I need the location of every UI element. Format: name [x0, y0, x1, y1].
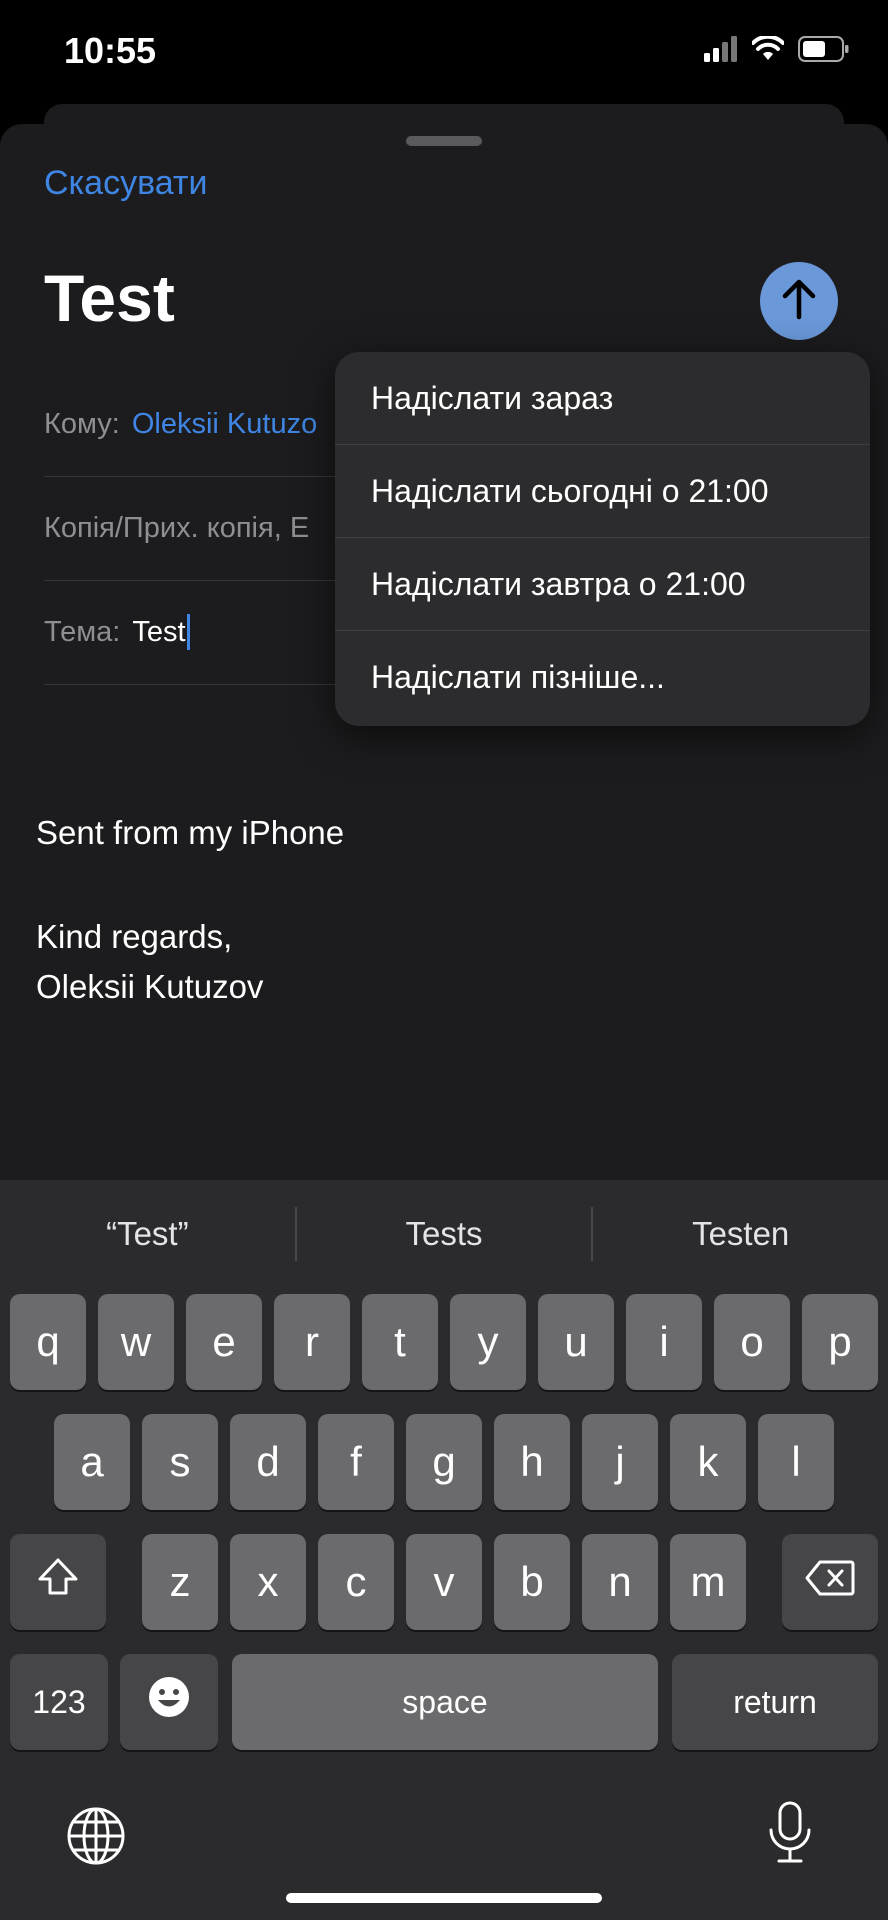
suggestion-2[interactable]: Tests [297, 1215, 592, 1253]
emoji-key[interactable] [120, 1654, 218, 1750]
suggestion-3[interactable]: Testen [593, 1215, 888, 1253]
send-button[interactable] [760, 262, 838, 340]
wifi-icon [751, 34, 785, 67]
key-o[interactable]: o [714, 1294, 790, 1390]
battery-icon [798, 36, 850, 67]
emoji-icon [147, 1675, 191, 1729]
key-r[interactable]: r [274, 1294, 350, 1390]
suggestion-1[interactable]: “Test” [0, 1215, 295, 1253]
key-n[interactable]: n [582, 1534, 658, 1630]
suggestion-bar: “Test” Tests Testen [0, 1180, 888, 1288]
globe-icon[interactable] [66, 1806, 126, 1871]
arrow-up-icon [779, 277, 819, 326]
status-icons [704, 34, 850, 67]
key-p[interactable]: p [802, 1294, 878, 1390]
key-d[interactable]: d [230, 1414, 306, 1510]
subject-label: Тема: [44, 615, 121, 648]
key-a[interactable]: a [54, 1414, 130, 1510]
shift-key[interactable] [10, 1534, 106, 1630]
key-v[interactable]: v [406, 1534, 482, 1630]
key-g[interactable]: g [406, 1414, 482, 1510]
numbers-key[interactable]: 123 [10, 1654, 108, 1750]
key-w[interactable]: w [98, 1294, 174, 1390]
sheet-grabber[interactable] [406, 136, 482, 146]
key-z[interactable]: z [142, 1534, 218, 1630]
screen: 10:55 Скасувати Test Кому: Oleksii Kutuz… [0, 0, 888, 1920]
shift-icon [37, 1557, 79, 1607]
key-q[interactable]: q [10, 1294, 86, 1390]
delete-key[interactable] [782, 1534, 878, 1630]
compose-title: Test [44, 261, 175, 335]
menu-item-send-tomorrow[interactable]: Надіслати завтра о 21:00 [335, 538, 870, 631]
subject-input[interactable]: Test [132, 616, 185, 649]
key-t[interactable]: t [362, 1294, 438, 1390]
text-caret [186, 614, 190, 650]
menu-item-send-later[interactable]: Надіслати пізніше... [335, 631, 870, 724]
cc-label: Копія/Прих. копія, Е [44, 511, 310, 544]
microphone-icon[interactable] [766, 1800, 814, 1871]
menu-item-send-now[interactable]: Надіслати зараз [335, 352, 870, 445]
key-j[interactable]: j [582, 1414, 658, 1510]
home-indicator[interactable] [286, 1893, 602, 1903]
signature-line-2[interactable]: Kind regards, [36, 918, 232, 956]
key-x[interactable]: x [230, 1534, 306, 1630]
to-label: Кому: [44, 407, 120, 440]
cellular-signal-icon [704, 36, 738, 67]
key-e[interactable]: e [186, 1294, 262, 1390]
keyboard: “Test” Tests Testen q w e r t y u i o p … [0, 1180, 888, 1920]
key-u[interactable]: u [538, 1294, 614, 1390]
key-s[interactable]: s [142, 1414, 218, 1510]
key-l[interactable]: l [758, 1414, 834, 1510]
key-i[interactable]: i [626, 1294, 702, 1390]
signature-line-1[interactable]: Sent from my iPhone [36, 814, 344, 852]
key-k[interactable]: k [670, 1414, 746, 1510]
status-bar: 10:55 [0, 0, 888, 100]
key-h[interactable]: h [494, 1414, 570, 1510]
menu-item-send-today[interactable]: Надіслати сьогодні о 21:00 [335, 445, 870, 538]
key-m[interactable]: m [670, 1534, 746, 1630]
delete-icon [805, 1558, 855, 1606]
signature-line-3[interactable]: Oleksii Kutuzov [36, 968, 263, 1006]
return-key[interactable]: return [672, 1654, 878, 1750]
to-recipient[interactable]: Oleksii Kutuzo [132, 408, 317, 441]
key-f[interactable]: f [318, 1414, 394, 1510]
send-options-menu: Надіслати зараз Надіслати сьогодні о 21:… [335, 352, 870, 726]
cancel-button[interactable]: Скасувати [44, 164, 208, 203]
key-b[interactable]: b [494, 1534, 570, 1630]
key-c[interactable]: c [318, 1534, 394, 1630]
space-key[interactable]: space [232, 1654, 658, 1750]
key-y[interactable]: y [450, 1294, 526, 1390]
status-time: 10:55 [64, 30, 157, 71]
